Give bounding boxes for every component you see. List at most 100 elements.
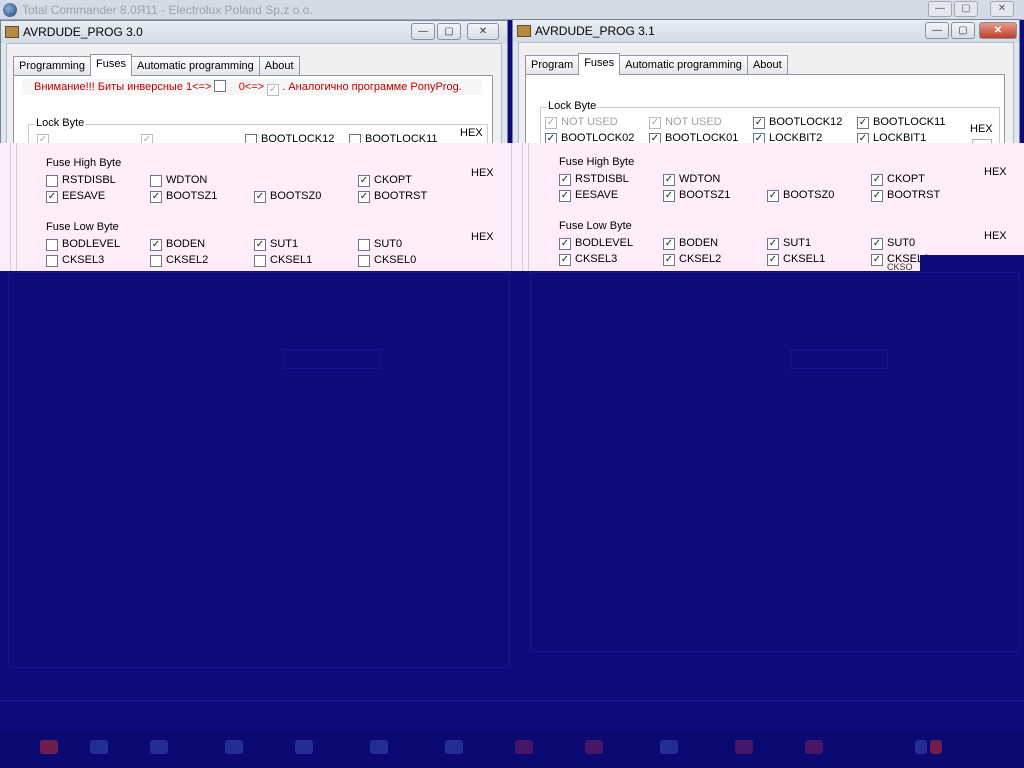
checkbox-cksel1[interactable]: ✓ xyxy=(767,254,779,266)
checkbox-bootsz0[interactable]: ✓ xyxy=(767,190,779,202)
taskbar-app-icon[interactable] xyxy=(445,740,463,754)
fuse-high-label: Fuse High Byte xyxy=(559,156,635,168)
main-close-button[interactable]: ✕ xyxy=(990,1,1014,17)
bit-label-boden: BODEN xyxy=(166,238,206,250)
close-button[interactable]: ✕ xyxy=(979,22,1017,39)
bit-label-sut0: SUT0 xyxy=(887,237,916,249)
taskbar-app-icon[interactable] xyxy=(585,740,603,754)
checkbox-rstdisbl[interactable]: ✓ xyxy=(559,174,571,186)
bit-label-sut1: SUT1 xyxy=(270,238,299,250)
main-maximize-button[interactable]: ▢ xyxy=(954,1,978,17)
start-orb-icon[interactable] xyxy=(40,740,58,754)
checkbox-eesave[interactable]: ✓ xyxy=(559,190,571,202)
checkbox-not-used[interactable]: ✓ xyxy=(649,117,661,129)
bit-label-sut0: SUT0 xyxy=(374,238,403,250)
ghost-window-left xyxy=(8,272,510,668)
bit-label-cksel2: CKSEL2 xyxy=(166,254,209,266)
checkbox-cksel2[interactable] xyxy=(150,255,162,267)
checkbox-cksel1[interactable] xyxy=(254,255,266,267)
checkbox-bootsz1[interactable]: ✓ xyxy=(150,191,162,203)
checkbox-wdton[interactable]: ✓ xyxy=(663,174,675,186)
checkbox-ckopt[interactable]: ✓ xyxy=(358,175,370,187)
minimize-button[interactable]: — xyxy=(925,22,949,39)
separator xyxy=(528,143,529,271)
bit-label-eesave: EESAVE xyxy=(575,189,619,201)
fuse-low-label: Fuse Low Byte xyxy=(46,221,119,233)
checkbox-sut0[interactable]: ✓ xyxy=(871,238,883,250)
taskbar-app-icon[interactable] xyxy=(295,740,313,754)
fuse-high-label: Fuse High Byte xyxy=(46,157,122,169)
taskbar-app-icon[interactable] xyxy=(515,740,533,754)
tab-about[interactable]: About xyxy=(746,55,788,75)
checkbox-rstdisbl[interactable] xyxy=(46,175,58,187)
main-titlebar: Total Commander 8.0Я11 - Electrolux Pola… xyxy=(0,0,1024,20)
bit-label-bootrst: BOOTRST xyxy=(374,190,428,202)
tab-fuses[interactable]: Fuses xyxy=(578,53,621,75)
bit-label-cksel3: CKSEL3 xyxy=(62,254,105,266)
checkbox-sut1[interactable]: ✓ xyxy=(767,238,779,250)
checkbox-ckopt[interactable]: ✓ xyxy=(871,174,883,186)
glitch-block xyxy=(920,255,1024,271)
checkbox-wdton[interactable] xyxy=(150,175,162,187)
warning-text-suffix: . Аналогично программе PonyProg. xyxy=(282,81,462,93)
tab-fuses[interactable]: Fuses xyxy=(90,54,132,76)
bit-label-ckopt: CKOPT xyxy=(374,174,412,186)
taskbar-app-icon[interactable] xyxy=(735,740,753,754)
bit-label-cksel3: CKSEL3 xyxy=(575,253,618,265)
lock-byte-hex-label: HEX xyxy=(970,123,993,135)
taskbar-app-icon[interactable] xyxy=(805,740,823,754)
bit-label-sut1: SUT1 xyxy=(783,237,812,249)
bit-label-cksel2: CKSEL2 xyxy=(679,253,722,265)
taskbar-app-icon[interactable] xyxy=(150,740,168,754)
tab-automatic-programming[interactable]: Automatic programming xyxy=(619,55,748,75)
tab-bar: Programming Fuses Automatic programming … xyxy=(13,54,300,76)
checkbox-not-used[interactable]: ✓ xyxy=(545,117,557,129)
separator xyxy=(10,143,11,271)
close-button[interactable]: ✕ xyxy=(467,23,499,40)
bit-label-cksel1: CKSEL1 xyxy=(270,254,313,266)
tab-bar: Program Fuses Automatic programming Abou… xyxy=(525,53,788,75)
bit-label-bodlevel: BODLEVEL xyxy=(62,238,121,250)
checkbox-cksel3[interactable] xyxy=(46,255,58,267)
main-window-title: Total Commander 8.0Я11 - Electrolux Pola… xyxy=(22,3,313,17)
tray-icon[interactable] xyxy=(930,740,942,754)
checkbox-cksel0[interactable] xyxy=(358,255,370,267)
taskbar-app-icon[interactable] xyxy=(370,740,388,754)
checkbox-cksel2[interactable]: ✓ xyxy=(663,254,675,266)
taskbar-app-icon[interactable] xyxy=(660,740,678,754)
checkbox-eesave[interactable]: ✓ xyxy=(46,191,58,203)
bit-label-rstdisbl: RSTDISBL xyxy=(575,173,629,185)
minimize-button[interactable]: — xyxy=(411,23,435,40)
checkbox-bootsz0[interactable]: ✓ xyxy=(254,191,266,203)
checkbox-boden[interactable]: ✓ xyxy=(663,238,675,250)
checkbox-cksel0[interactable]: ✓ xyxy=(871,254,883,266)
tab-about[interactable]: About xyxy=(258,56,300,76)
fuse-high-hex-label: HEX xyxy=(984,166,1007,178)
taskbar-app-icon[interactable] xyxy=(90,740,108,754)
checkbox-bootrst[interactable]: ✓ xyxy=(871,190,883,202)
ghost-button-left xyxy=(283,349,381,369)
checkbox-bodlevel[interactable]: ✓ xyxy=(559,238,571,250)
checkbox-bootlock11[interactable]: ✓ xyxy=(857,117,869,129)
bit-label-eesave: EESAVE xyxy=(62,190,106,202)
window-title: AVRDUDE_PROG 3.1 xyxy=(535,24,655,38)
tray-icon[interactable] xyxy=(915,740,927,754)
tab-programming[interactable]: Programming xyxy=(13,56,92,76)
checkbox-sut1[interactable]: ✓ xyxy=(254,239,266,251)
checkbox-bodlevel[interactable] xyxy=(46,239,58,251)
maximize-button[interactable]: ▢ xyxy=(951,22,975,39)
checkbox-boden[interactable]: ✓ xyxy=(150,239,162,251)
checkbox-bootlock12[interactable]: ✓ xyxy=(753,117,765,129)
checkbox-bootrst[interactable]: ✓ xyxy=(358,191,370,203)
checkbox-bootsz1[interactable]: ✓ xyxy=(663,190,675,202)
tab-automatic-programming[interactable]: Automatic programming xyxy=(131,56,260,76)
main-minimize-button[interactable]: — xyxy=(928,1,952,17)
tab-program[interactable]: Program xyxy=(525,55,580,75)
total-commander-icon xyxy=(3,3,17,17)
maximize-button[interactable]: ▢ xyxy=(437,23,461,40)
checkbox-sut0[interactable] xyxy=(358,239,370,251)
taskbar-app-icon[interactable] xyxy=(225,740,243,754)
bit-label-bootsz0: BOOTSZ0 xyxy=(783,189,835,201)
checkbox-cksel3[interactable]: ✓ xyxy=(559,254,571,266)
bit-label-bootsz1: BOOTSZ1 xyxy=(166,190,218,202)
